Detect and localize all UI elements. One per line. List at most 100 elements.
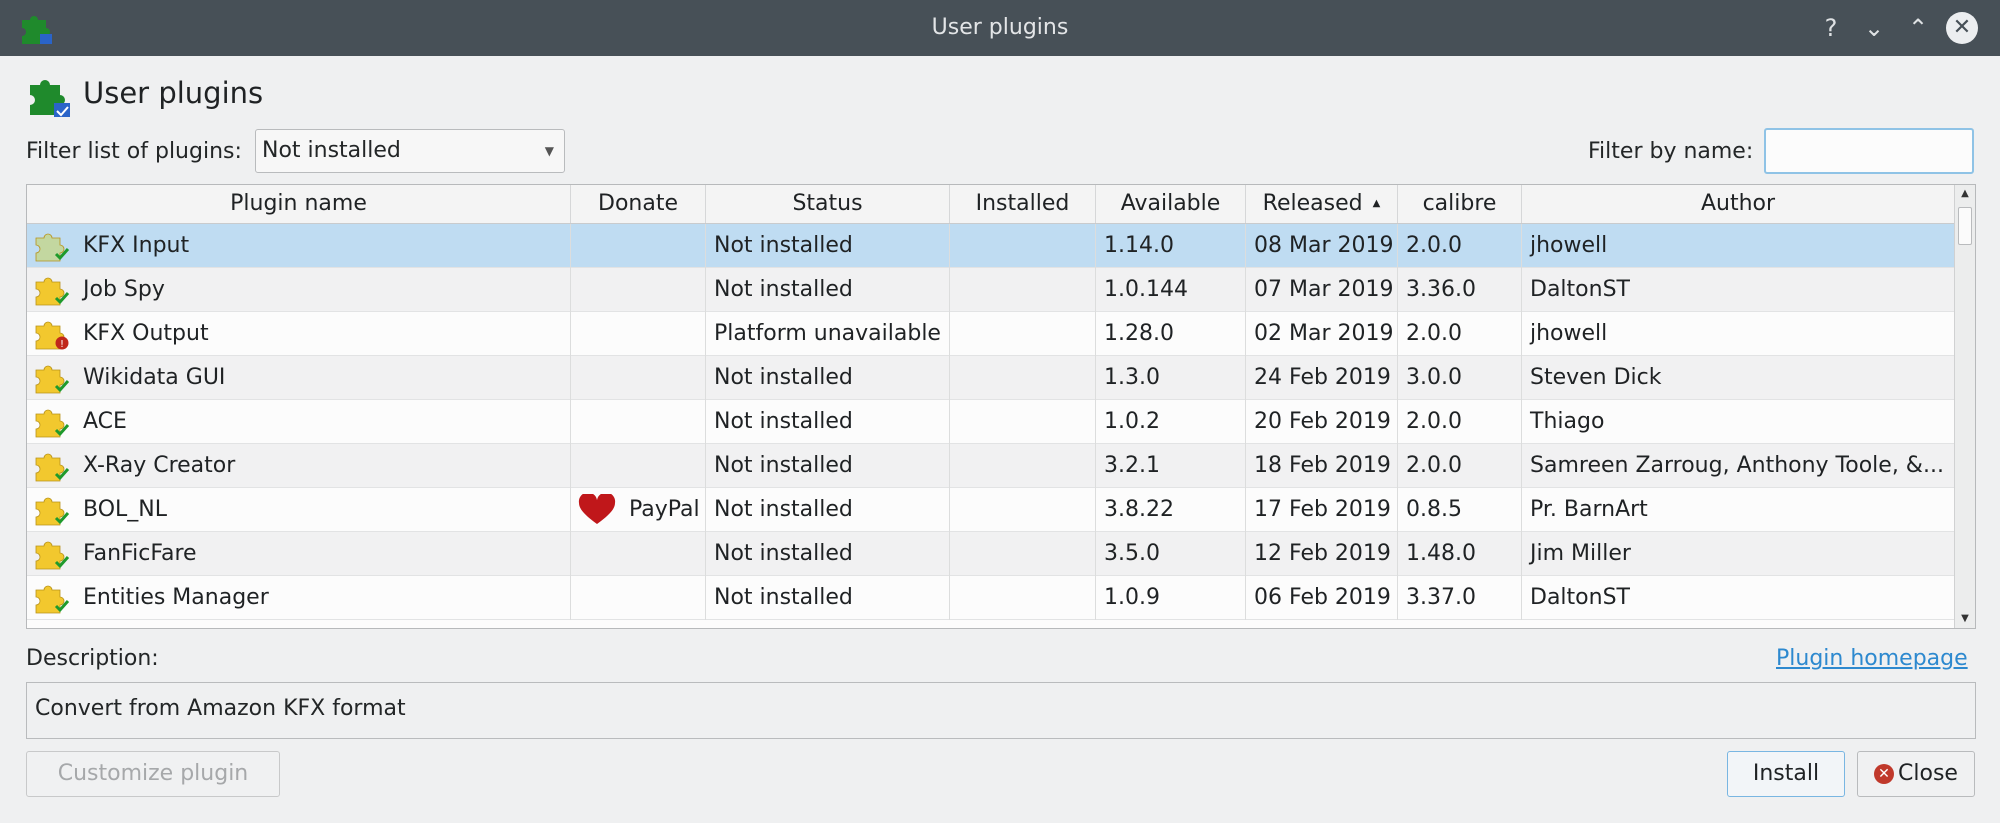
author-cell: DaltonST	[1522, 576, 1955, 620]
status-cell: Not installed	[706, 444, 950, 488]
installed-cell	[950, 224, 1096, 268]
plugin-name-text: ACE	[83, 409, 127, 434]
calibre-cell: 1.48.0	[1398, 532, 1522, 576]
plugin-name-text: KFX Output	[83, 321, 209, 346]
help-button[interactable]: ?	[1815, 12, 1847, 44]
table-row[interactable]: KFX Input Not installed 1.14.0 08 Mar 2019 2…	[27, 224, 1955, 268]
plugin-name-cell: Wikidata GUI	[27, 356, 571, 400]
close-button[interactable]: ✕ Close	[1857, 751, 1975, 797]
plugin-ok-icon	[35, 365, 70, 394]
table-row[interactable]: BOL_NL PayPal Not installed 3.8.22 17 Feb 20…	[27, 488, 1955, 532]
status-cell: Not installed	[706, 224, 950, 268]
calibre-cell: 3.36.0	[1398, 268, 1522, 312]
column-header-available[interactable]: Available	[1096, 185, 1246, 223]
filter-by-name-label: Filter by name:	[1588, 139, 1754, 164]
status-cell: Not installed	[706, 356, 950, 400]
plugin-name-cell: ! KFX Output	[27, 312, 571, 356]
column-header-calibre[interactable]: calibre	[1398, 185, 1522, 223]
status-cell: Not installed	[706, 576, 950, 620]
plugin-name-text: X-Ray Creator	[83, 453, 236, 478]
installed-cell	[950, 576, 1096, 620]
maximize-button[interactable]: ⌃	[1902, 12, 1934, 44]
installed-cell	[950, 444, 1096, 488]
author-cell: Thiago	[1522, 400, 1955, 444]
author-cell: Samreen Zarroug, Anthony Toole, &...	[1522, 444, 1955, 488]
column-header-plugin-name[interactable]: Plugin name	[27, 185, 571, 223]
filter-selected-value: Not installed	[262, 138, 401, 163]
plugin-name-cell: BOL_NL	[27, 488, 571, 532]
table-row[interactable]: FanFicFare Not installed 3.5.0 12 Feb 2019 1…	[27, 532, 1955, 576]
available-cell: 3.2.1	[1096, 444, 1246, 488]
page-title: User plugins	[83, 76, 264, 110]
donate-cell	[571, 400, 706, 444]
install-button[interactable]: Install	[1727, 751, 1845, 797]
scroll-up-arrow-icon[interactable]: ▲	[1955, 185, 1975, 203]
column-header-author[interactable]: Author	[1522, 185, 1955, 223]
available-cell: 1.0.2	[1096, 400, 1246, 444]
close-window-button[interactable]: ✕	[1946, 12, 1978, 44]
filter-by-name-input[interactable]	[1764, 128, 1974, 174]
plugin-ok-icon	[35, 233, 70, 262]
filter-list-dropdown[interactable]: Not installed ▼	[255, 129, 565, 173]
available-cell: 1.0.144	[1096, 268, 1246, 312]
column-header-donate[interactable]: Donate	[571, 185, 706, 223]
vertical-scrollbar[interactable]: ▲ ▼	[1954, 185, 1975, 628]
column-header-installed[interactable]: Installed	[950, 185, 1096, 223]
plugin-name-cell: FanFicFare	[27, 532, 571, 576]
installed-cell	[950, 400, 1096, 444]
plugin-homepage-link[interactable]: Plugin homepage	[1776, 646, 1968, 671]
status-cell: Platform unavailable	[706, 312, 950, 356]
scroll-thumb[interactable]	[1958, 207, 1972, 245]
user-plugins-dialog: User plugins ? ⌄ ⌃ ✕ User plugins Filter…	[0, 0, 2000, 823]
released-cell: 12 Feb 2019	[1246, 532, 1398, 576]
released-cell: 20 Feb 2019	[1246, 400, 1398, 444]
installed-cell	[950, 268, 1096, 312]
plugin-name-cell: X-Ray Creator	[27, 444, 571, 488]
column-header-status[interactable]: Status	[706, 185, 950, 223]
calibre-cell: 3.37.0	[1398, 576, 1522, 620]
table-body: KFX Input Not installed 1.14.0 08 Mar 2019 2…	[27, 224, 1955, 620]
dropdown-arrow-icon: ▼	[544, 144, 554, 158]
table-row[interactable]: Job Spy Not installed 1.0.144 07 Mar 2019 3.…	[27, 268, 1955, 312]
author-cell: Pr. BarnArt	[1522, 488, 1955, 532]
available-cell: 3.8.22	[1096, 488, 1246, 532]
released-cell: 18 Feb 2019	[1246, 444, 1398, 488]
table-row[interactable]: Wikidata GUI Not installed 1.3.0 24 Feb 201…	[27, 356, 1955, 400]
author-cell: Jim Miller	[1522, 532, 1955, 576]
filter-list-label: Filter list of plugins:	[26, 139, 242, 164]
donate-cell	[571, 356, 706, 400]
svg-text:!: !	[60, 339, 64, 350]
donate-cell	[571, 444, 706, 488]
plugin-header-icon	[30, 80, 70, 117]
status-cell: Not installed	[706, 488, 950, 532]
table-row[interactable]: Entities Manager Not installed 1.0.9 06 Feb…	[27, 576, 1955, 620]
author-cell: jhowell	[1522, 224, 1955, 268]
plugin-ok-icon	[35, 277, 70, 306]
calibre-cell: 2.0.0	[1398, 400, 1522, 444]
status-cell: Not installed	[706, 400, 950, 444]
column-header-released[interactable]: Released ▲	[1246, 185, 1398, 223]
minimize-button[interactable]: ⌄	[1858, 12, 1890, 44]
available-cell: 3.5.0	[1096, 532, 1246, 576]
plugin-name-text: Job Spy	[83, 277, 165, 302]
table-row[interactable]: X-Ray Creator Not installed 3.2.1 18 Feb 20…	[27, 444, 1955, 488]
calibre-cell: 0.8.5	[1398, 488, 1522, 532]
plugin-name-cell: ACE	[27, 400, 571, 444]
window-title: User plugins	[931, 15, 1069, 40]
released-cell: 17 Feb 2019	[1246, 488, 1398, 532]
available-cell: 1.3.0	[1096, 356, 1246, 400]
donate-cell[interactable]: PayPal	[571, 488, 706, 532]
paypal-link[interactable]: PayPal	[629, 488, 700, 532]
status-cell: Not installed	[706, 268, 950, 312]
close-x-icon: ✕	[1874, 764, 1895, 784]
customize-plugin-button[interactable]: Customize plugin	[26, 751, 280, 797]
calibre-cell: 2.0.0	[1398, 312, 1522, 356]
calibre-cell: 2.0.0	[1398, 444, 1522, 488]
scroll-down-arrow-icon[interactable]: ▼	[1955, 610, 1975, 628]
plugin-name-text: BOL_NL	[83, 497, 167, 522]
title-bar: User plugins ? ⌄ ⌃ ✕	[0, 0, 2000, 56]
table-row[interactable]: ACE Not installed 1.0.2 20 Feb 2019 2.0.0 Thi…	[27, 400, 1955, 444]
table-row[interactable]: ! KFX Output Platform unavailable 1.28.0 02 …	[27, 312, 1955, 356]
plugin-name-text: KFX Input	[83, 233, 190, 258]
plugin-name-cell: Job Spy	[27, 268, 571, 312]
